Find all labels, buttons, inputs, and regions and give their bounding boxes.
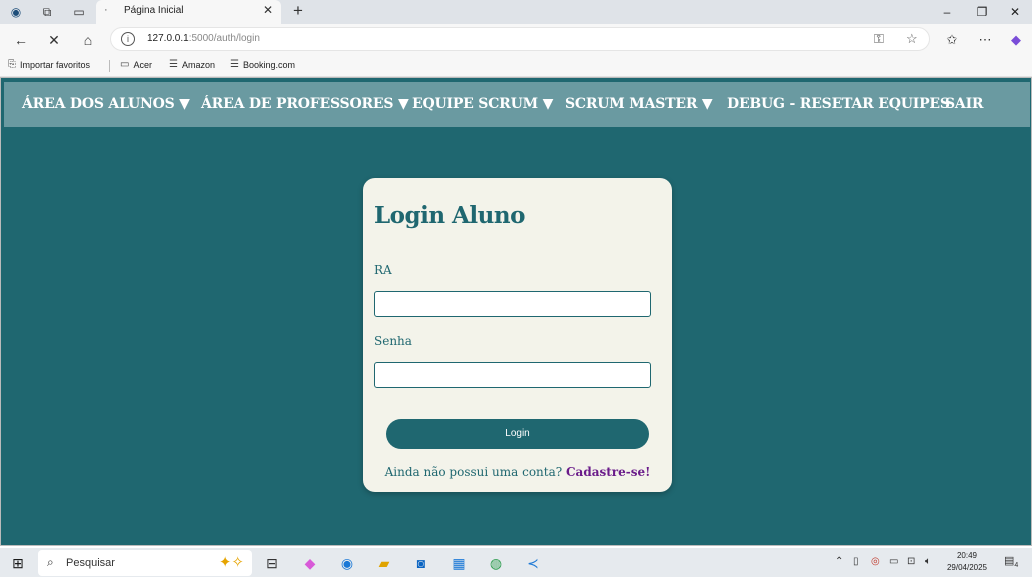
search-icon: ⌕: [47, 555, 54, 569]
copilot-icon[interactable]: ◆: [1005, 29, 1027, 51]
calendar-icon[interactable]: ▦: [449, 553, 469, 573]
start-icon[interactable]: ⊞: [8, 553, 28, 573]
favorite-acer[interactable]: ▭ Acer: [120, 59, 152, 70]
minimize-button[interactable]: –: [930, 2, 964, 22]
notification-icon[interactable]: ▤4: [1004, 554, 1018, 569]
clock-date: 29/04/2025: [946, 563, 988, 572]
file-explorer-icon[interactable]: ▰: [374, 553, 394, 573]
new-tab-button[interactable]: +: [288, 1, 308, 21]
favorites-divider: [109, 60, 110, 72]
tray-device-icon[interactable]: ▯: [853, 556, 859, 567]
nav-equipe-scrum[interactable]: EQUIPE SCRUM ▼: [412, 96, 553, 112]
ra-label: RA: [374, 263, 392, 277]
key-icon[interactable]: ⚿: [874, 31, 884, 47]
taskbar-search[interactable]: ⌕ Pesquisar ✦✧: [38, 550, 252, 576]
import-icon: ⎘: [8, 59, 16, 70]
edge-icon[interactable]: ◉: [337, 553, 357, 573]
bookmark-icon: ☰: [230, 59, 239, 70]
tray-security-icon[interactable]: ◎: [871, 556, 880, 567]
url-text: 127.0.0.1:5000/auth/login: [147, 33, 260, 44]
outlook-icon[interactable]: ◙: [411, 553, 431, 573]
home-icon[interactable]: ⌂: [77, 29, 99, 51]
profile-avatar-icon[interactable]: ◉: [7, 3, 25, 21]
favorite-booking[interactable]: ☰ Booking.com: [230, 59, 295, 70]
senha-input[interactable]: [374, 362, 651, 388]
copilot-app-icon[interactable]: ◆: [300, 553, 320, 573]
nav-scrum-master[interactable]: SCRUM MASTER ▼: [565, 96, 713, 112]
nav-area-professores[interactable]: ÁREA DE PROFESSORES ▼: [201, 96, 409, 112]
battery-icon[interactable]: ▭: [889, 556, 898, 567]
volume-icon[interactable]: 🔈︎: [925, 556, 931, 567]
stop-loading-icon[interactable]: ✕: [43, 29, 65, 51]
favorite-import[interactable]: ⎘ Importar favoritos: [8, 59, 90, 70]
clock[interactable]: 20:49 29/04/2025: [942, 550, 992, 574]
site-navbar: ÁREA DOS ALUNOS ▼ ÁREA DE PROFESSORES ▼ …: [4, 82, 1030, 127]
folder-icon: ▭: [120, 59, 130, 70]
vertical-tabs-icon[interactable]: ▭: [70, 3, 88, 21]
login-card: Login Aluno RA Senha Login Ainda não pos…: [363, 178, 672, 492]
web-page: ÁREA DOS ALUNOS ▼ ÁREA DE PROFESSORES ▼ …: [0, 77, 1032, 546]
favorites-bar: ⎘ Importar favoritos ▭ Acer ☰ Amazon ☰ Booki…: [0, 55, 1032, 77]
nav-sair[interactable]: SAIR: [945, 96, 984, 112]
site-info-icon[interactable]: i: [121, 32, 135, 46]
window-close-button[interactable]: ✕: [998, 2, 1032, 22]
tab-title: Página Inicial: [124, 5, 184, 16]
login-title: Login Aluno: [374, 202, 525, 229]
tab-close-icon[interactable]: ✕: [263, 3, 273, 17]
address-bar-row: ← ✕ ⌂ i 127.0.0.1:5000/auth/login ⚿ ☆ ✩ …: [0, 24, 1032, 55]
workspaces-icon[interactable]: ⧉: [38, 3, 56, 21]
tray-chevron-icon[interactable]: ⌃: [835, 556, 843, 567]
restore-button[interactable]: ❐: [965, 2, 999, 22]
screen: ◉ ⧉ ▭ · Página Inicial ✕ + – ❐ ✕ ← ✕ ⌂ i…: [0, 0, 1032, 577]
search-placeholder: Pesquisar: [66, 557, 115, 569]
nav-debug-resetar[interactable]: DEBUG - RESETAR EQUIPES: [727, 96, 950, 112]
favorites-icon[interactable]: ✩: [941, 29, 963, 51]
loading-dot-icon: ·: [104, 4, 108, 16]
bookmark-icon: ☰: [169, 59, 178, 70]
chrome-icon[interactable]: ◍: [486, 553, 506, 573]
back-icon[interactable]: ←: [10, 29, 32, 51]
more-options-icon[interactable]: ⋯: [974, 29, 996, 51]
browser-tab-strip: ◉ ⧉ ▭ · Página Inicial ✕ + – ❐ ✕: [0, 0, 1032, 24]
signup-link[interactable]: Cadastre-se!: [566, 465, 650, 479]
sparkle-icon: ✦✧: [218, 554, 244, 571]
nav-area-alunos[interactable]: ÁREA DOS ALUNOS ▼: [22, 96, 190, 112]
login-button[interactable]: Login: [386, 419, 649, 449]
ra-input[interactable]: [374, 291, 651, 317]
favorite-amazon[interactable]: ☰ Amazon: [169, 59, 215, 70]
active-tab[interactable]: · Página Inicial ✕: [96, 0, 281, 24]
task-view-icon[interactable]: ⊟: [262, 553, 282, 573]
address-bar[interactable]: i 127.0.0.1:5000/auth/login ⚿ ☆: [110, 27, 930, 51]
signup-prompt: Ainda não possui uma conta? Cadastre-se!: [384, 465, 651, 479]
notification-count: 4: [1014, 562, 1019, 570]
clock-time: 20:49: [956, 551, 978, 560]
senha-label: Senha: [374, 334, 412, 348]
network-icon[interactable]: ⊡: [907, 556, 915, 567]
vscode-icon[interactable]: ≺: [523, 553, 543, 573]
favorite-star-icon[interactable]: ☆: [906, 31, 918, 47]
windows-taskbar: ⊞ ⌕ Pesquisar ✦✧ ⊟ ◆ ◉ ▰ ◙ ▦ ◍ ≺ ⌃ ▯ ◎ ▭…: [0, 548, 1032, 577]
